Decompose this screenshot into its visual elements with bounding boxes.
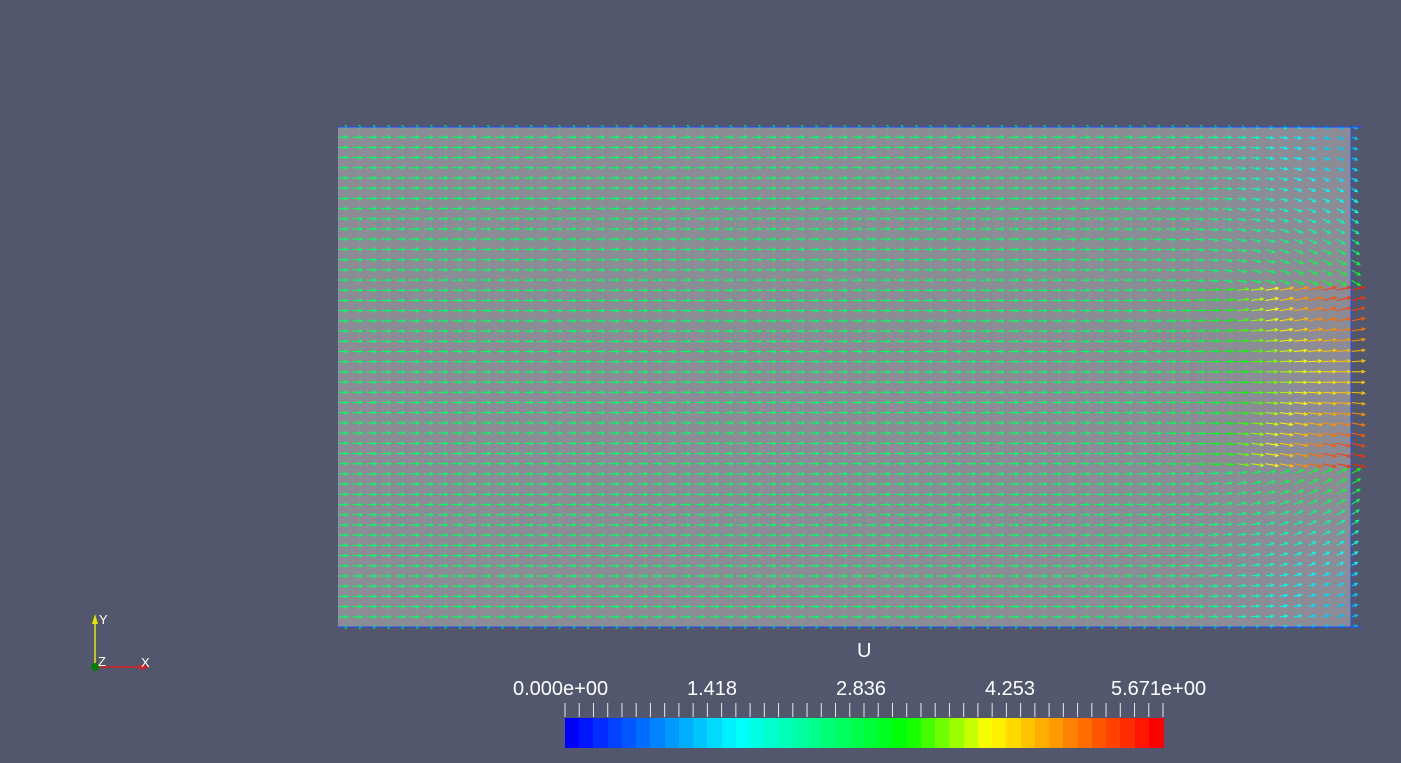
vector-field-plot <box>91 125 1367 717</box>
domain-area <box>338 127 1351 627</box>
render-viewport[interactable]: U 0.000e+00 1.418 2.836 4.253 5.671e+00 … <box>0 0 1401 763</box>
